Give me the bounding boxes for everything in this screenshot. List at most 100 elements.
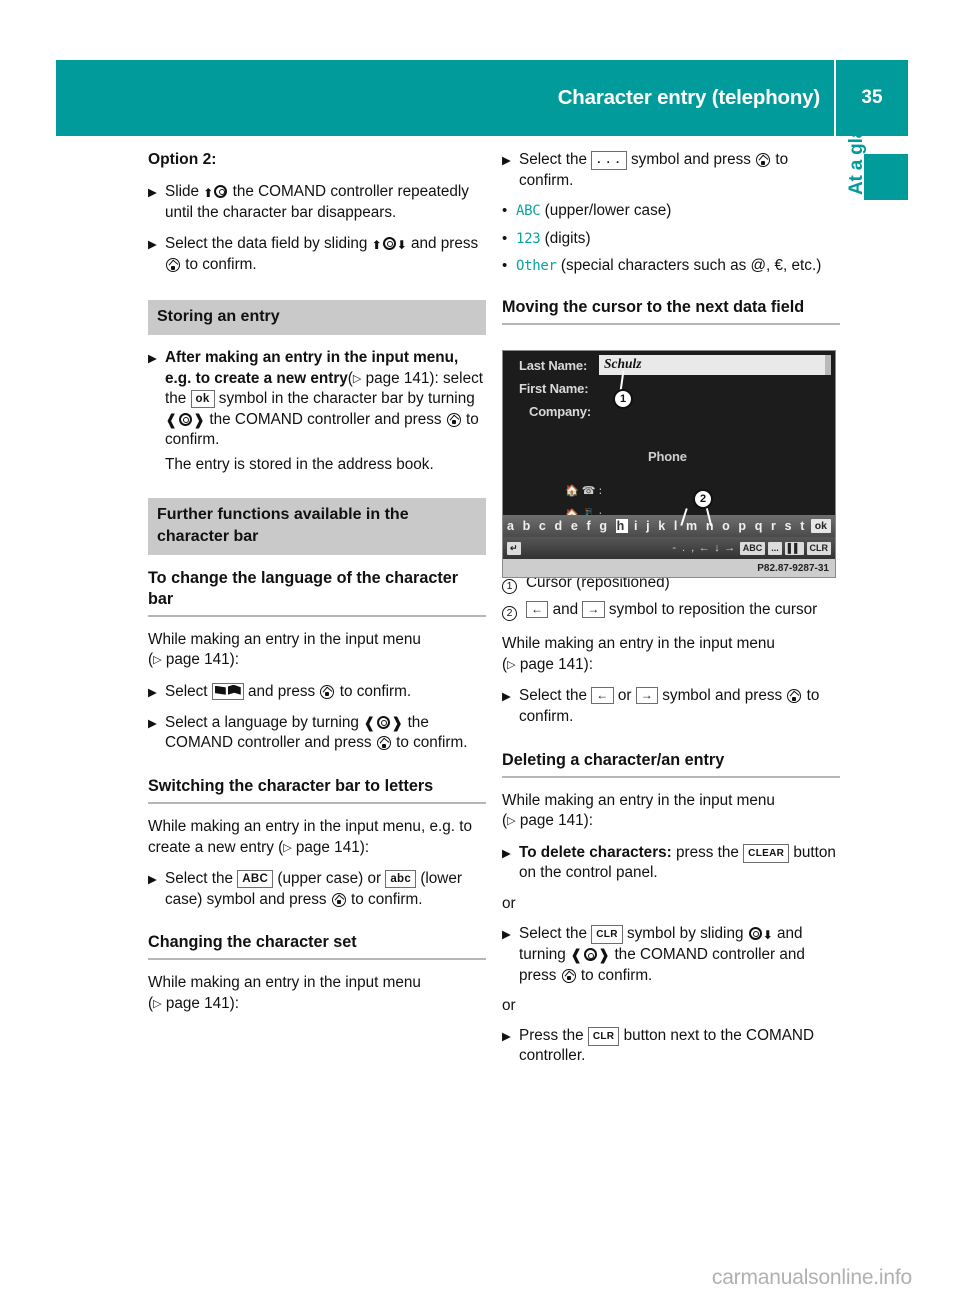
abc-upper-key-symbol[interactable]: ABC xyxy=(237,870,274,889)
field-label-company: Company: xyxy=(529,404,591,419)
comand-controller-icon xyxy=(376,715,390,729)
charbar-dots-button[interactable]: ... xyxy=(768,541,782,555)
comand-controller-icon xyxy=(583,948,597,962)
charbar-ok-button[interactable]: ok xyxy=(810,519,831,533)
character-bar-bottom-row[interactable]: ↵ - . , ← ↓ → ABC ... ▌▌ CLR xyxy=(503,537,835,559)
page-ref-icon: ▷ xyxy=(153,996,162,1010)
step-slide-controller: ▶ Slide ⬆ the COMAND controller repeated… xyxy=(148,182,486,224)
ellipsis-key-symbol[interactable]: . . . xyxy=(591,151,627,170)
charbar-arrow-right[interactable]: → xyxy=(724,542,737,554)
storing-entry-note: The entry is stored in the address book. xyxy=(165,455,434,473)
clr-key-symbol[interactable]: CLR xyxy=(587,1027,620,1047)
page-ref-icon: ▷ xyxy=(507,657,516,671)
charset-term-other: Other xyxy=(516,258,557,275)
press-controller-icon xyxy=(446,412,461,427)
option-heading: Option 2: xyxy=(148,151,217,168)
arrow-right-key-symbol[interactable]: → xyxy=(635,687,659,705)
charset-term-abc: ABC xyxy=(516,203,541,220)
comand-screenshot-figure: Last Name: Schulz First Name: Company: P… xyxy=(502,350,836,578)
slide-up-icon: ⬆ xyxy=(203,185,214,200)
clear-key-symbol[interactable]: CLEAR xyxy=(743,844,790,864)
or-label-1: or xyxy=(502,894,516,912)
charset-desc-123: (digits) xyxy=(544,229,591,247)
charbar-selected-letter[interactable]: h xyxy=(615,519,628,533)
step-storing-entry-text: After making an entry in the input menu,… xyxy=(165,348,483,449)
turn-left-icon: ❰ xyxy=(570,946,583,965)
charbar-arrow-down[interactable]: ↓ xyxy=(714,542,721,554)
language-flags-key-symbol[interactable] xyxy=(211,682,244,700)
step-select-case-text: Select the ABC (upper case) or abc (lowe… xyxy=(165,870,462,908)
charbar-arrow-left[interactable]: ← xyxy=(699,542,712,554)
press-controller-icon xyxy=(166,258,180,273)
scrollbar-cap[interactable] xyxy=(825,355,831,375)
side-tab-label: At a glance xyxy=(846,0,870,195)
turn-left-icon: ❰ xyxy=(363,713,376,732)
comand-controller-icon xyxy=(178,412,192,426)
subheading-change-language: To change the language of the character … xyxy=(148,568,486,617)
turn-left-icon: ❰ xyxy=(165,410,178,429)
charbar-flags-button[interactable]: ▌▌ xyxy=(784,541,804,555)
step-select-language-symbol: ▶ Select and press to confirm. xyxy=(148,682,486,703)
home-icon: 🏠 xyxy=(565,484,579,497)
step-select-language: ▶ Select a language by turning ❰ ❱ the CO… xyxy=(148,713,486,754)
press-controller-icon xyxy=(331,892,346,907)
charbar-letters-after: i j k l m n o p q r s t u v w x y z . xyxy=(633,519,809,533)
figure-caption-bar: P82.87-9287-31 xyxy=(503,559,835,577)
while-entry-note-5: While making an entry in the input menu … xyxy=(502,791,840,832)
step-arrow-icon: ▶ xyxy=(148,184,157,199)
character-bar[interactable]: a b c d e f g h i j k l m n o p q r s t … xyxy=(503,515,835,537)
right-column: ▶ Select the . . . symbol and press to c… xyxy=(502,150,840,1077)
page-header-bar: Character entry (telephony) 35 xyxy=(56,60,908,136)
list-item-charset-123: • 123 (digits) xyxy=(502,229,840,250)
step-arrow-icon: ▶ xyxy=(502,153,511,167)
field-label-phone: Phone xyxy=(648,449,687,464)
step-select-data-field: ▶ Select the data field by sliding ⬆ ⬇ an… xyxy=(148,234,486,276)
step-select-language-text: Select a language by turning ❰ ❱ the COMA… xyxy=(165,713,468,752)
page-ref-icon: ▷ xyxy=(153,653,162,667)
step-arrow-icon: ▶ xyxy=(502,926,511,941)
subheading-deleting: Deleting a character/an entry xyxy=(502,750,840,778)
slide-down-icon: ⬇ xyxy=(762,927,773,942)
charset-term-123: 123 xyxy=(516,230,541,247)
slide-up-icon: ⬆ xyxy=(371,237,382,252)
side-tab-marker xyxy=(864,154,908,200)
legend-item-2-text: ← and → symbol to reposition the cursor xyxy=(526,600,840,621)
step-select-clr-symbol: ▶ Select the CLR symbol by sliding ⬇ and… xyxy=(502,924,840,987)
charbar-punctuation[interactable]: - . , xyxy=(672,542,695,554)
subheading-moving-cursor: Moving the cursor to the next data field xyxy=(502,297,840,325)
clr-key-symbol[interactable]: CLR xyxy=(591,925,623,944)
arrow-right-key-symbol[interactable]: → xyxy=(582,600,605,618)
comand-controller-icon xyxy=(214,184,228,198)
step-select-language-symbol-text: Select and press to confirm. xyxy=(165,682,412,700)
arrow-left-key-symbol[interactable]: ← xyxy=(526,600,549,618)
step-select-dots-symbol-text: Select the . . . symbol and press to con… xyxy=(519,151,789,189)
arrow-left-key-symbol[interactable]: ← xyxy=(591,687,614,705)
figure-callout-1: 1 xyxy=(613,389,633,409)
charbar-back-button[interactable]: ↵ xyxy=(507,541,521,555)
subheading-changing-character-set: Changing the character set xyxy=(148,932,486,961)
step-press-clr-button: ▶ Press the CLR button next to the COMAN… xyxy=(502,1026,840,1067)
field-label-last-name: Last Name: xyxy=(519,358,588,373)
step-delete-characters-text: To delete characters: press the CLEAR bu… xyxy=(519,843,836,882)
left-column: Option 2: ▶ Slide ⬆ the COMAND controlle… xyxy=(148,150,486,1025)
figure-callout-2: 2 xyxy=(693,489,713,509)
step-arrow-icon: ▶ xyxy=(148,236,157,251)
press-controller-icon xyxy=(756,153,771,167)
comand-controller-icon xyxy=(748,926,762,940)
character-bar-letters[interactable]: a b c d e f g h i j k l m n o p q r s t … xyxy=(507,519,809,533)
press-controller-icon xyxy=(376,736,391,751)
legend-item-2: 2 ← and → symbol to reposition the curso… xyxy=(502,600,840,623)
charbar-abc-button[interactable]: ABC xyxy=(739,541,766,555)
step-select-arrow-symbol-text: Select the ← or → symbol and press to co… xyxy=(519,687,820,725)
page-ref-icon: ▷ xyxy=(507,814,516,828)
charbar-clr-button[interactable]: CLR xyxy=(806,541,831,555)
ok-key-symbol[interactable]: ok xyxy=(190,390,215,409)
step-arrow-icon: ▶ xyxy=(148,350,157,365)
turn-right-icon: ❱ xyxy=(390,713,404,732)
abc-lower-key-symbol[interactable]: abc xyxy=(385,870,417,889)
slide-down-icon: ⬇ xyxy=(396,237,407,252)
step-select-case: ▶ Select the ABC (upper case) or abc (lo… xyxy=(148,869,486,910)
section-band-storing-an-entry: Storing an entry xyxy=(148,299,486,335)
charbar-letters-before: a b c d e f g xyxy=(507,519,616,533)
step-arrow-icon: ▶ xyxy=(148,684,157,699)
